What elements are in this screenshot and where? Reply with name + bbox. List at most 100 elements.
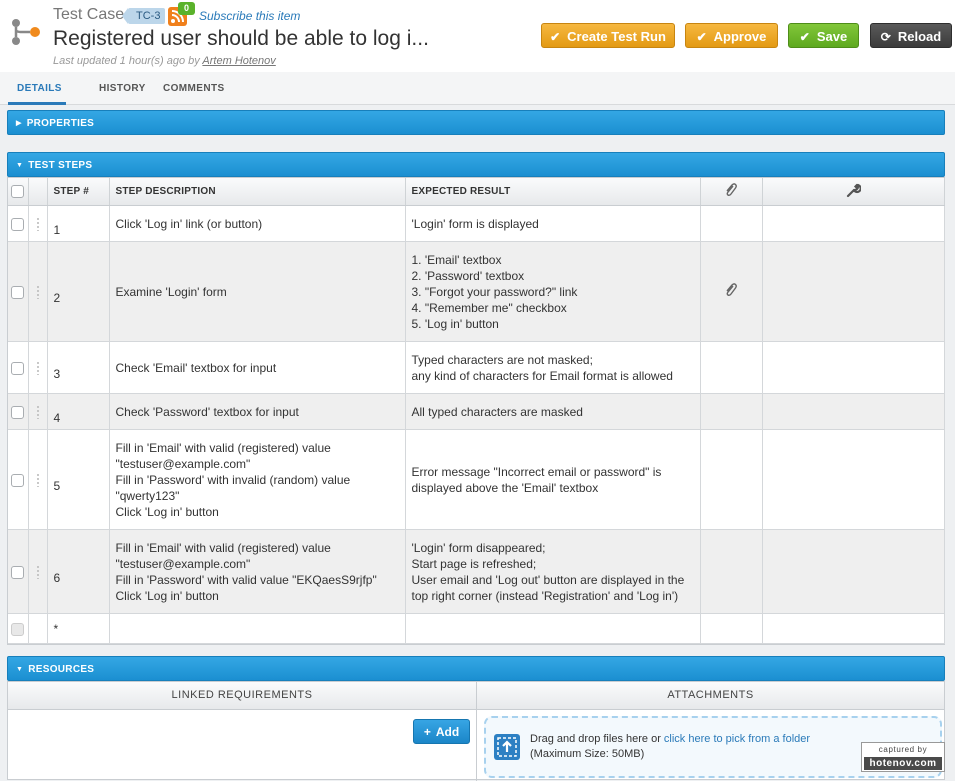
row-select-cell xyxy=(8,529,29,614)
wrench-icon[interactable] xyxy=(845,182,862,198)
drag-handle[interactable] xyxy=(28,393,48,430)
row-checkbox[interactable] xyxy=(11,405,25,419)
drag-handle[interactable] xyxy=(28,205,48,242)
expected-result-cell[interactable]: Typed characters are not masked; any kind… xyxy=(405,341,701,394)
step-number-cell: 2 xyxy=(47,241,110,342)
table-row[interactable]: 1 Click 'Log in' link (or button) 'Login' … xyxy=(8,205,945,242)
expected-result-line: User email and 'Log out' button are disp… xyxy=(411,572,685,587)
step-description-cell[interactable]: Click 'Log in' link (or button) xyxy=(109,205,406,242)
drag-handle[interactable] xyxy=(28,529,48,614)
expected-result-cell[interactable] xyxy=(405,613,701,644)
table-row[interactable]: 3 Check 'Email' textbox for input Typed ch… xyxy=(8,341,945,394)
tab-comments[interactable]: COMMENTS xyxy=(163,83,225,94)
expected-result-line: Error message "Incorrect email or passwo… xyxy=(411,464,662,479)
row-checkbox[interactable] xyxy=(11,217,25,231)
create-test-run-button[interactable]: ✔ Create Test Run xyxy=(541,23,675,48)
check-icon: ✔ xyxy=(550,30,561,44)
subscribe-link[interactable]: Subscribe this item xyxy=(199,9,300,23)
tab-bar: DETAILS HISTORY COMMENTS xyxy=(0,72,955,105)
row-checkbox[interactable] xyxy=(11,361,25,375)
attachments-cell xyxy=(700,529,763,614)
capture-watermark: captured by hotenov.com xyxy=(861,742,945,772)
attachments-cell xyxy=(700,241,763,342)
step-description-line: Check 'Password' textbox for input xyxy=(115,404,299,419)
test-steps-section-header[interactable]: ▼ TEST STEPS xyxy=(7,152,945,177)
drag-handle[interactable] xyxy=(28,241,48,342)
add-requirement-button[interactable]: + Add xyxy=(413,719,470,744)
step-description-cell[interactable] xyxy=(109,613,406,644)
attachments-cell xyxy=(700,341,763,394)
dropzone-instructions: Drag and drop files here or xyxy=(530,733,661,745)
grid-header-row: STEP # STEP DESCRIPTION EXPECTED RESULT xyxy=(8,178,945,206)
column-header-step-number[interactable]: STEP # xyxy=(47,178,110,206)
table-row[interactable]: 6 Fill in 'Email' with valid (registered)… xyxy=(8,529,945,614)
pick-file-link[interactable]: click here to pick from a folder xyxy=(664,733,810,745)
drag-cell xyxy=(28,613,48,644)
step-description-cell[interactable]: Examine 'Login' form xyxy=(109,241,406,342)
tools-cell xyxy=(762,613,945,644)
subscriber-count-badge: 0 xyxy=(178,2,195,15)
row-checkbox[interactable] xyxy=(11,473,25,487)
row-select-cell xyxy=(8,393,29,430)
tab-history[interactable]: HISTORY xyxy=(99,83,146,94)
drag-handle[interactable] xyxy=(28,429,48,530)
new-step-row[interactable]: * xyxy=(8,613,945,644)
column-header-expected-result[interactable]: EXPECTED RESULT xyxy=(405,178,701,206)
drag-dots-icon xyxy=(35,285,40,300)
expected-result-cell[interactable]: Error message "Incorrect email or passwo… xyxy=(405,429,701,530)
watermark-site: hotenov.com xyxy=(864,757,942,770)
expected-result-cell[interactable]: All typed characters are masked xyxy=(405,393,701,430)
author-link[interactable]: Artem Hotenov xyxy=(202,55,275,67)
table-row[interactable]: 2 Examine 'Login' form 1. 'Email' textbox 2… xyxy=(8,241,945,342)
row-select-cell xyxy=(8,429,29,530)
step-number-cell: 1 xyxy=(47,205,110,242)
drag-handle[interactable] xyxy=(28,341,48,394)
step-description-cell[interactable]: Fill in 'Email' with valid (registered) … xyxy=(109,529,406,614)
step-description-cell[interactable]: Check 'Email' textbox for input xyxy=(109,341,406,394)
row-select-cell xyxy=(8,205,29,242)
table-row[interactable]: 4 Check 'Password' textbox for input All t… xyxy=(8,393,945,430)
properties-section-title: PROPERTIES xyxy=(26,118,95,129)
column-divider xyxy=(476,682,477,781)
test-case-icon xyxy=(12,19,40,45)
table-row[interactable]: 5 Fill in 'Email' with valid (registered)… xyxy=(8,429,945,530)
expected-result-cell[interactable]: 'Login' form disappeared; Start page is r… xyxy=(405,529,701,614)
resources-section-header[interactable]: ▼ RESOURCES xyxy=(7,656,945,681)
paperclip-icon xyxy=(726,183,737,197)
expected-result-line: top right corner (instead 'Registration'… xyxy=(411,588,679,603)
paperclip-icon[interactable] xyxy=(724,282,738,298)
step-description-line: "testuser@example.com" xyxy=(115,556,251,571)
step-description-cell[interactable]: Fill in 'Email' with valid (registered) … xyxy=(109,429,406,530)
step-description-line: Fill in 'Email' with valid (registered) … xyxy=(115,440,331,455)
add-label: Add xyxy=(435,725,460,739)
last-updated-text: Last updated 1 hour(s) ago by xyxy=(53,55,200,67)
column-header-step-description[interactable]: STEP DESCRIPTION xyxy=(109,178,406,206)
tab-details[interactable]: DETAILS xyxy=(17,83,62,94)
step-number-cell: 6 xyxy=(47,529,110,614)
row-select-cell xyxy=(8,341,29,394)
drag-dots-icon xyxy=(35,405,40,420)
step-description-line: "qwerty123" xyxy=(115,488,180,503)
resources-panel: LINKED REQUIREMENTS ATTACHMENTS + Add Dra… xyxy=(7,681,945,781)
approve-button[interactable]: ✔ Approve xyxy=(685,23,778,48)
save-button[interactable]: ✔ Save xyxy=(788,23,859,48)
expected-result-line: Start page is refreshed; xyxy=(411,556,537,571)
drag-column-header xyxy=(28,178,48,206)
tools-cell xyxy=(762,241,945,342)
active-tab-indicator xyxy=(8,102,66,105)
attachments-cell xyxy=(700,393,763,430)
step-description-cell[interactable]: Check 'Password' textbox for input xyxy=(109,393,406,430)
expected-result-line: 4. "Remember me" checkbox xyxy=(411,300,567,315)
attachments-cell xyxy=(700,205,763,242)
expected-result-cell[interactable]: 'Login' form is displayed xyxy=(405,205,701,242)
plus-icon: + xyxy=(423,725,431,739)
row-select-cell xyxy=(8,241,29,342)
row-checkbox[interactable] xyxy=(11,565,25,579)
reload-label: Reload xyxy=(897,29,942,44)
expected-result-cell[interactable]: 1. 'Email' textbox 2. 'Password' textbox 3… xyxy=(405,241,701,342)
new-row-marker: * xyxy=(47,613,110,644)
properties-section-header[interactable]: ▶ PROPERTIES xyxy=(7,110,945,135)
row-checkbox[interactable] xyxy=(11,285,25,299)
reload-button[interactable]: ⟳ Reload xyxy=(870,23,952,48)
select-all-checkbox[interactable] xyxy=(11,185,25,198)
